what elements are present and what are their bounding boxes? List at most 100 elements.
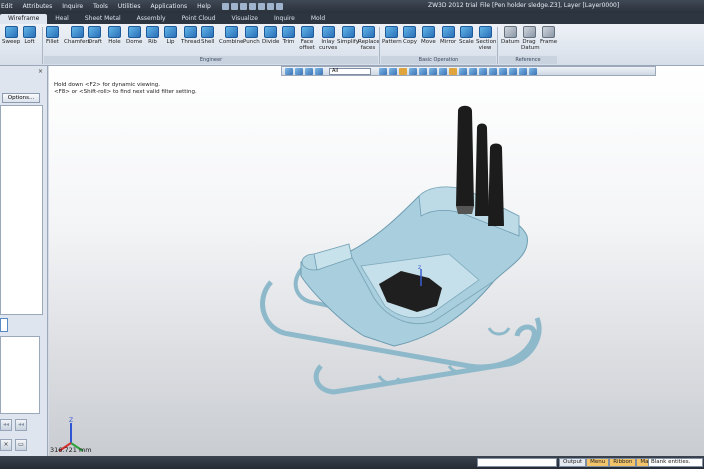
tab-mold[interactable]: Mold <box>303 14 333 24</box>
draft-button[interactable]: Draft <box>88 26 102 45</box>
redo-icon[interactable] <box>266 3 274 10</box>
tab-heal[interactable]: Heal <box>47 14 77 24</box>
shell-icon <box>201 26 215 38</box>
runner-support <box>487 327 511 336</box>
scale-icon <box>459 26 473 38</box>
face-offset-button[interactable]: Face offset <box>298 26 316 51</box>
replace-faces-icon <box>361 26 375 38</box>
scale-button[interactable]: Scale <box>459 26 474 45</box>
menu-edit[interactable]: Edit <box>0 3 18 10</box>
trim-button[interactable]: Trim <box>282 26 295 45</box>
fillet-icon <box>46 26 59 38</box>
chamfer-icon <box>70 26 84 38</box>
loft-button[interactable]: Loft <box>23 26 36 45</box>
sledge-model[interactable]: z <box>49 66 704 456</box>
group-label-basic-operation: Basic Operation <box>381 56 496 64</box>
punch-icon <box>244 26 258 38</box>
thread-button[interactable]: Thread <box>181 26 200 45</box>
tab-visualize[interactable]: Visualize <box>224 14 266 24</box>
open-icon[interactable] <box>230 3 238 10</box>
menu-attributes[interactable]: Attributes <box>18 3 58 10</box>
replace-faces-button[interactable]: Replace faces <box>358 26 380 51</box>
frame-button[interactable]: Frame <box>540 26 557 45</box>
shell-button[interactable]: Shell <box>201 26 214 45</box>
fillet-button[interactable]: Fillet <box>46 26 59 45</box>
menu-inquire[interactable]: Inquire <box>57 3 88 10</box>
pen-1 <box>456 105 474 206</box>
quick-access-toolbar <box>221 3 283 10</box>
group-label-reference: Reference <box>499 56 557 64</box>
menu-help[interactable]: Help <box>192 3 216 10</box>
face-offset-icon <box>300 26 314 38</box>
combine-button[interactable]: Combine <box>219 26 243 45</box>
tab-point-cloud[interactable]: Point Cloud <box>174 14 224 24</box>
options-button[interactable]: Options... <box>2 93 40 103</box>
inlay-curves-button[interactable]: Inlay curves <box>319 26 337 51</box>
mirror-button[interactable]: Mirror <box>440 26 456 45</box>
ribbon-tabs: Wireframe Heal Sheet Metal Assembly Poin… <box>0 13 704 24</box>
save-icon[interactable] <box>239 3 247 10</box>
menu-utilities[interactable]: Utilities <box>113 3 146 10</box>
close-icon[interactable]: × <box>0 439 12 451</box>
tab-wireframe[interactable]: Wireframe <box>0 14 48 24</box>
history-nav-2: × ▭ <box>0 439 27 451</box>
undo-icon[interactable] <box>257 3 265 10</box>
section-view-button[interactable]: Section view <box>476 26 496 51</box>
tab-sheet-metal[interactable]: Sheet Metal <box>77 14 129 24</box>
trim-icon <box>282 26 295 38</box>
svg-text:Z: Z <box>69 417 73 424</box>
group-separator <box>379 27 380 64</box>
chamfers-button[interactable]: Chamfers <box>64 26 91 45</box>
drag-datum-button[interactable]: Drag Datum <box>521 26 540 51</box>
lip-icon <box>164 26 177 38</box>
history-tree[interactable] <box>0 105 43 315</box>
tab-output[interactable]: Output <box>559 458 587 467</box>
lip-button[interactable]: Lip <box>164 26 177 45</box>
ribbon-panel: Sweep Loft Fillet Chamfers Draft Hole Do… <box>0 24 704 66</box>
file-title: File [Pen holder sledge.Z3], Layer [Laye… <box>480 2 620 9</box>
thread-icon <box>184 26 198 38</box>
history-nav: ◂◂ ◂◂ <box>0 419 27 431</box>
draft-icon <box>88 26 102 38</box>
hole-icon <box>108 26 121 38</box>
copy-button[interactable]: Copy <box>403 26 417 45</box>
drag-datum-icon <box>522 26 536 38</box>
datum-button[interactable]: Datum <box>501 26 520 45</box>
status-message: Blank entities. <box>648 458 703 467</box>
tab-assembly[interactable]: Assembly <box>129 14 174 24</box>
divide-button[interactable]: Divide <box>262 26 279 45</box>
hole-button[interactable]: Hole <box>108 26 121 45</box>
tab-ribbon[interactable]: Ribbon <box>609 458 637 467</box>
simplify-button[interactable]: Simplify <box>337 26 359 45</box>
rewind-icon[interactable]: ◂◂ <box>15 419 27 431</box>
panel-toggle[interactable] <box>0 318 8 332</box>
tab-menu[interactable]: Menu <box>586 458 610 467</box>
pattern-button[interactable]: Pattern <box>382 26 402 45</box>
file-new-icon[interactable] <box>221 3 229 10</box>
move-button[interactable]: Move <box>421 26 436 45</box>
command-field[interactable] <box>477 458 557 467</box>
pen-tip <box>456 206 474 214</box>
svg-text:z: z <box>418 264 421 271</box>
pen-3 <box>488 143 504 226</box>
rib-icon <box>146 26 159 38</box>
property-list[interactable] <box>0 336 40 414</box>
simplify-icon <box>341 26 355 38</box>
refresh-icon[interactable] <box>275 3 283 10</box>
rib-button[interactable]: Rib <box>146 26 159 45</box>
tab-inquire[interactable]: Inquire <box>266 14 303 24</box>
step-back-icon[interactable]: ◂◂ <box>0 419 12 431</box>
close-icon[interactable]: × <box>38 68 45 75</box>
dome-button[interactable]: Dome <box>126 26 142 45</box>
combine-icon <box>224 26 238 38</box>
loft-icon <box>23 26 36 38</box>
punch-button[interactable]: Punch <box>243 26 260 45</box>
menu-applications[interactable]: Applications <box>146 3 193 10</box>
print-icon[interactable] <box>248 3 256 10</box>
sweep-button[interactable]: Sweep <box>2 26 20 45</box>
window-icon[interactable]: ▭ <box>15 439 27 451</box>
menu-tools[interactable]: Tools <box>88 3 113 10</box>
datum-icon <box>503 26 517 38</box>
copy-icon <box>403 26 417 38</box>
3d-viewport[interactable]: All Hold down <F2> for dynamic viewing. … <box>49 66 704 456</box>
